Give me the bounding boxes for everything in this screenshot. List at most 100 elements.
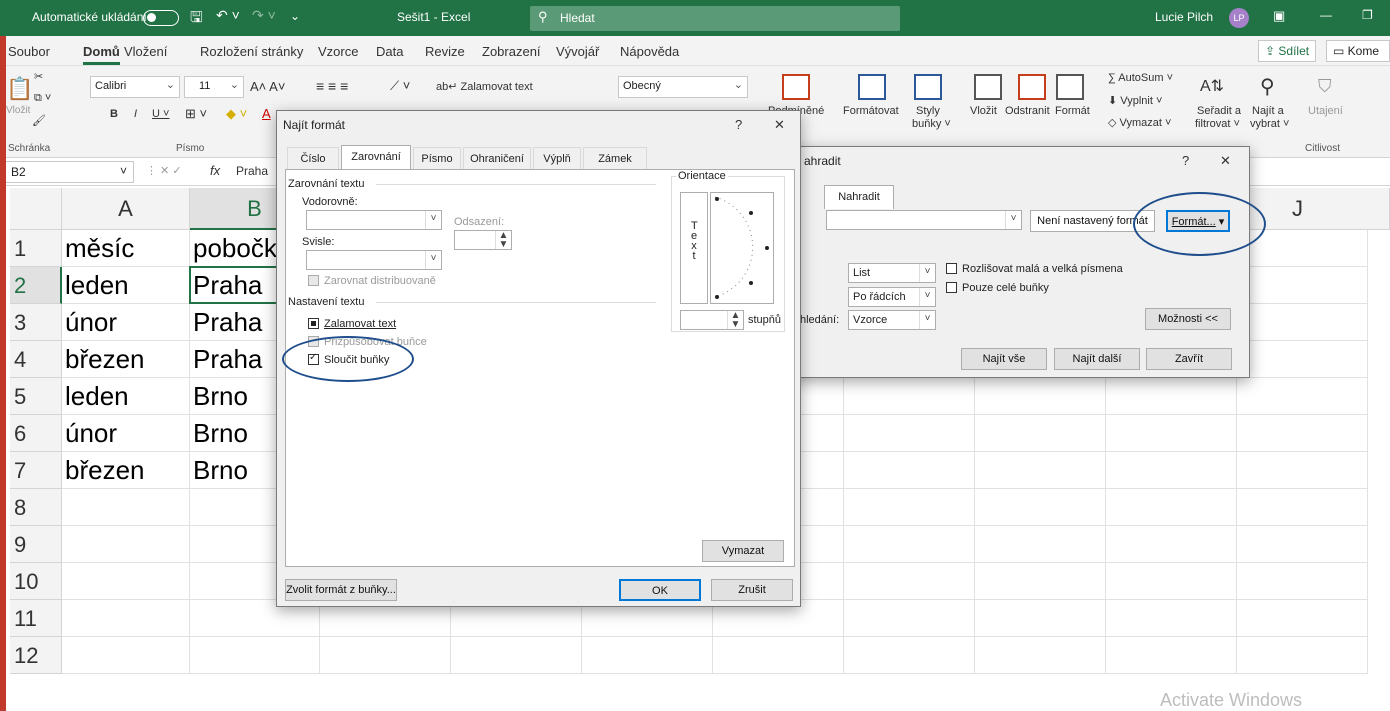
row-header[interactable]: 6 — [10, 415, 62, 452]
cell[interactable] — [582, 637, 713, 674]
select-all-corner[interactable] — [10, 188, 62, 230]
row-header[interactable]: 1 — [10, 230, 62, 267]
grow-font-icon[interactable]: A˄ A˅ — [250, 79, 285, 94]
cell-a[interactable] — [62, 637, 190, 674]
row-header[interactable]: 4 — [10, 341, 62, 378]
copy-icon[interactable]: ⧉ ˅ — [34, 92, 51, 105]
tab-home[interactable]: Domů — [83, 44, 120, 65]
horizontal-select[interactable]: ˅ — [306, 210, 442, 230]
indent-spinner[interactable]: ▲ ▼ — [454, 230, 512, 250]
number-format-select[interactable]: Obecný — [618, 76, 748, 98]
format-cells-icon[interactable] — [1056, 74, 1084, 100]
ok-button[interactable]: OK — [619, 579, 701, 601]
help-icon[interactable]: ? — [735, 117, 742, 132]
cell[interactable] — [844, 378, 975, 415]
cell[interactable] — [1106, 489, 1237, 526]
cell[interactable] — [1106, 637, 1237, 674]
find-select-icon[interactable]: ⚲ — [1260, 74, 1275, 99]
cell[interactable] — [844, 600, 975, 637]
find-select-label2[interactable]: vybrat ˅ — [1250, 118, 1289, 130]
cell[interactable] — [844, 489, 975, 526]
chevron-down-icon[interactable]: ˅ — [919, 288, 935, 306]
help-icon[interactable]: ? — [1182, 153, 1189, 168]
cell[interactable] — [844, 452, 975, 489]
underline-icon[interactable]: U ˅ — [152, 108, 169, 120]
format-as-table-label[interactable]: Formátovat — [843, 105, 899, 117]
find-next-button[interactable]: Najít další — [1054, 348, 1140, 370]
font-color-icon[interactable]: A — [262, 106, 271, 121]
font-name-select[interactable]: Calibri — [90, 76, 180, 98]
tab-data[interactable]: Data — [376, 44, 403, 59]
whole-cell-checkbox[interactable] — [946, 282, 957, 293]
cell[interactable] — [1237, 304, 1368, 341]
sort-filter-icon[interactable]: A⇅ — [1200, 76, 1224, 96]
clear-button[interactable]: Vymazat — [702, 540, 784, 562]
cell-a[interactable] — [62, 526, 190, 563]
cell-a[interactable]: březen — [62, 341, 190, 378]
options-button[interactable]: Možnosti << — [1145, 308, 1231, 330]
cell-a[interactable]: měsíc — [62, 230, 190, 267]
sort-filter-label[interactable]: Seřadit a — [1197, 105, 1241, 117]
chevron-down-icon[interactable]: ˅ — [425, 211, 441, 229]
fill-button[interactable]: ⬇ Vyplnit ˅ — [1108, 94, 1162, 107]
autosave-toggle[interactable] — [143, 10, 179, 26]
autosum-button[interactable]: ∑ AutoSum ˅ — [1108, 72, 1173, 84]
wrap-text-button[interactable]: ab↵ Zalamovat text — [436, 80, 533, 93]
conditional-format-icon[interactable] — [782, 74, 810, 100]
tab-protection[interactable]: Zámek — [583, 147, 647, 169]
chevron-down-icon[interactable]: ˅ — [919, 311, 935, 329]
wrap-text-checkbox[interactable] — [308, 318, 319, 329]
tab-font[interactable]: Písmo — [413, 147, 461, 169]
row-header[interactable]: 3 — [10, 304, 62, 341]
find-what-input[interactable]: ˅ — [826, 210, 1022, 230]
tab-number[interactable]: Číslo — [287, 147, 339, 169]
tab-developer[interactable]: Vývojář — [556, 44, 599, 59]
delete-cells-label[interactable]: Odstranit — [1005, 105, 1050, 117]
cell[interactable] — [1106, 452, 1237, 489]
vertical-select[interactable]: ˅ — [306, 250, 442, 270]
cell-styles-label2[interactable]: buňky ˅ — [912, 118, 951, 130]
cell-styles-label[interactable]: Styly — [916, 105, 940, 117]
cancel-button[interactable]: Zrušit — [711, 579, 793, 601]
cell[interactable] — [1237, 415, 1368, 452]
cell[interactable] — [844, 526, 975, 563]
cell[interactable] — [975, 600, 1106, 637]
tab-border[interactable]: Ohraničení — [463, 147, 531, 169]
comments-button[interactable]: ▭ Kome — [1326, 40, 1390, 62]
cell[interactable] — [1237, 526, 1368, 563]
tab-help[interactable]: Nápověda — [620, 44, 679, 59]
cell-a[interactable] — [62, 600, 190, 637]
spinner-icon[interactable]: ▲ ▼ — [727, 311, 743, 330]
cell[interactable] — [713, 637, 844, 674]
cell[interactable] — [1106, 378, 1237, 415]
close-icon[interactable]: ✕ — [1220, 153, 1231, 169]
ribbon-display-icon[interactable]: ▣ — [1273, 8, 1285, 24]
namebox-dropdown-icon[interactable]: ˅ — [120, 164, 127, 178]
undo-icon[interactable]: ↶ ˅ — [216, 7, 240, 24]
cell-a[interactable] — [62, 489, 190, 526]
user-name[interactable]: Lucie Pilch — [1155, 10, 1213, 24]
orientation-icon[interactable]: ⟋ ˅ — [390, 78, 410, 94]
cell[interactable] — [320, 637, 451, 674]
search-order-select[interactable]: Po řádcích ˅ — [848, 287, 936, 307]
cell[interactable] — [975, 489, 1106, 526]
cell[interactable] — [844, 637, 975, 674]
row-header[interactable]: 7 — [10, 452, 62, 489]
italic-icon[interactable]: I — [134, 108, 137, 120]
minimize-icon[interactable]: — — [1320, 8, 1332, 22]
delete-cells-icon[interactable] — [1018, 74, 1046, 100]
fx-icon[interactable]: fx — [210, 163, 220, 178]
cell-b[interactable] — [190, 637, 320, 674]
cell-a[interactable]: únor — [62, 415, 190, 452]
restore-icon[interactable]: ❐ — [1362, 8, 1373, 22]
insert-cells-icon[interactable] — [974, 74, 1002, 100]
cell[interactable] — [1106, 415, 1237, 452]
clear-button[interactable]: ◇ Vymazat ˅ — [1108, 116, 1171, 129]
cell[interactable] — [975, 563, 1106, 600]
cell[interactable] — [975, 415, 1106, 452]
tab-review[interactable]: Revize — [425, 44, 465, 59]
row-header[interactable]: 8 — [10, 489, 62, 526]
close-button[interactable]: Zavřít — [1146, 348, 1232, 370]
cell[interactable] — [1106, 600, 1237, 637]
cell[interactable] — [1237, 600, 1368, 637]
